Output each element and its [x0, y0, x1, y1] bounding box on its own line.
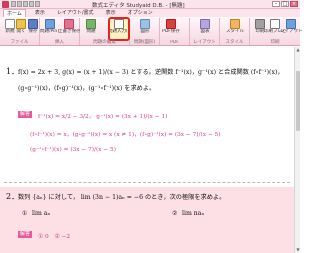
problem2-answer: ① 0 ② −2: [38, 234, 71, 240]
title-bar: 数式エディタ Studyaid D.B. - [無題] – □ ×: [0, 0, 300, 9]
problem2-sub2-number: ②: [172, 210, 178, 217]
group-problem-edit: 問題 問題入力(通常) 問題の編集: [80, 17, 130, 45]
layout-icon: [200, 19, 210, 29]
group-style: スタイル スタイル: [220, 18, 250, 45]
problem1-line1: f(x) = 2x + 3, g(x) = (x + 1)/(x − 3) とす…: [18, 69, 284, 76]
problem-pint-button[interactable]: 問題/PinT: [40, 19, 60, 39]
quick-access-toolbar: [11, 1, 40, 7]
problem1-line2: (g∘g⁻¹)(x)，(f∘g)⁻¹(x)，(g⁻¹∘f⁻¹)(x) を求めよ。: [18, 85, 156, 92]
figure-icon: [140, 19, 150, 29]
qat-print-icon[interactable]: [29, 1, 34, 7]
tab-options[interactable]: オプション: [125, 9, 156, 17]
scroll-up-icon[interactable]: ▲: [295, 47, 301, 53]
ribbon: 新規 開く 保存 ファイル 問題/PinT 上書き保存 挿入 問題 問題入力(…: [0, 17, 302, 46]
vertical-scrollbar[interactable]: ▲ ▼: [294, 47, 300, 253]
style-button[interactable]: スタイル: [226, 19, 244, 39]
minimize-button[interactable]: –: [272, 1, 280, 7]
layout-adjust-button[interactable]: レイアウト調整: [280, 19, 302, 39]
pdf-save-button[interactable]: PDF保存: [162, 19, 180, 39]
print-preview-icon: [270, 19, 280, 29]
problem1-answer-line3: (g⁻¹∘f⁻¹)(x) = (3x − 7)/(x − 5): [30, 147, 117, 153]
group-layout: 図表 レイアウト: [190, 18, 220, 45]
qat-undo-icon[interactable]: [17, 1, 22, 7]
problem2-answer-label: 解答: [18, 231, 33, 238]
qat-save-icon[interactable]: [11, 1, 16, 7]
problem-edit-icon: [86, 19, 96, 29]
qat-redo-icon[interactable]: [23, 1, 28, 7]
tab-layout[interactable]: レイアウト/書式: [54, 9, 97, 17]
qat-more-icon[interactable]: [35, 1, 40, 7]
app-logo-icon[interactable]: [2, 1, 9, 8]
close-button[interactable]: ×: [290, 1, 298, 7]
tab-view[interactable]: 表示: [32, 9, 48, 17]
style-icon: [230, 19, 240, 29]
problem1-answer-line1: f⁻¹(x) = x/2 − 3/2， g⁻¹(x) = (3x + 1)/(x…: [38, 114, 168, 120]
group-print: 印刷 印刷プレビュー レイアウト調整 印刷: [250, 18, 302, 45]
printer-icon: [255, 19, 265, 29]
problem-input-button[interactable]: 問題入力(通常): [108, 17, 130, 41]
problem-icon: [45, 19, 55, 29]
problem-divider: [4, 182, 290, 183]
save-icon: [28, 19, 38, 29]
group-file: 新規 開く 保存 ファイル: [0, 18, 40, 45]
window-title: 数式エディタ Studyaid D.B. - [無題]: [92, 3, 185, 9]
group-figure: 図形 問題(図形): [130, 18, 160, 45]
problem-button[interactable]: 問題: [82, 19, 100, 39]
document-edit-icon: [114, 19, 124, 29]
problem1-answer-label: 解答: [18, 111, 33, 118]
group-pdf: PDF保存 PDF: [160, 18, 190, 45]
tab-home[interactable]: ホーム: [3, 9, 26, 17]
scroll-thumb[interactable]: [296, 71, 300, 131]
ribbon-tabs: ホーム 表示 レイアウト/書式 表示 オプション: [0, 9, 300, 17]
problem2-sub1: lim aₙ: [32, 210, 51, 217]
figure-button[interactable]: 図形: [136, 19, 154, 39]
group-insert: 問題/PinT 上書き保存 挿入: [40, 18, 80, 45]
layout-adjust-icon: [286, 19, 296, 29]
scroll-down-icon[interactable]: ▼: [295, 247, 301, 253]
problem2-line1: 数列 {aₙ} に対して， lim (3n − 1)aₙ = −6 のとき，次の…: [18, 194, 226, 201]
problem2-block[interactable]: 2． 数列 {aₙ} に対して， lim (3n − 1)aₙ = −6 のとき…: [0, 187, 294, 253]
window-controls: – □ ×: [272, 1, 298, 7]
problem2-sub2: lim naₙ: [182, 210, 205, 217]
problem1-answer-line2: (f∘f⁻¹)(x) = x，(g∘g⁻¹)(x) = x (x ≠ 1)，(f…: [30, 132, 221, 138]
tab-display[interactable]: 表示: [103, 9, 119, 17]
layout-button[interactable]: 図表: [196, 19, 214, 39]
maximize-button[interactable]: □: [281, 1, 289, 7]
overwrite-save-button[interactable]: 上書き保存: [58, 19, 80, 39]
pdf-icon: [166, 19, 176, 29]
problem2-sub1-number: ①: [22, 210, 28, 217]
overwrite-icon: [64, 19, 74, 29]
